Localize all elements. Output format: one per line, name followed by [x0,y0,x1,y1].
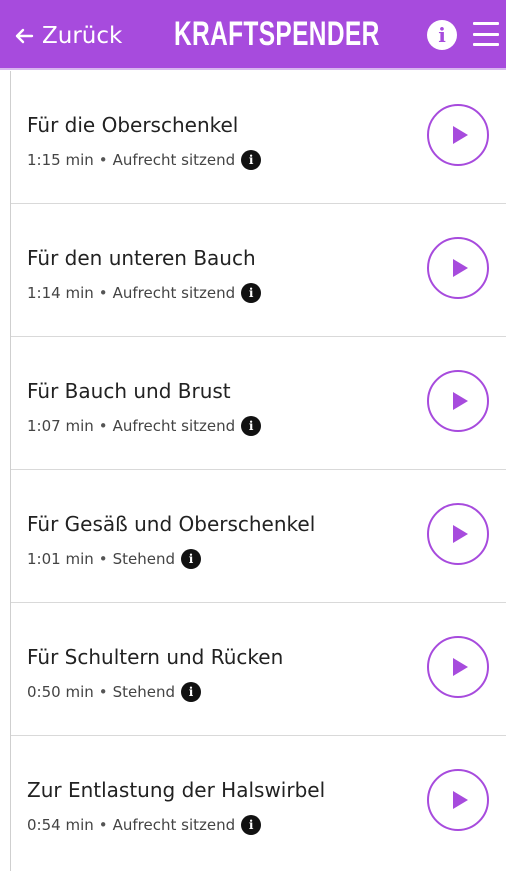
meta-separator: • [98,151,108,169]
play-button[interactable] [427,104,489,166]
hamburger-menu-button[interactable] [473,22,499,46]
exercise-meta: 1:01 min • Stehend i [27,549,202,569]
exercise-duration: 1:15 min [27,151,94,169]
exercise-title: Für die Oberschenkel [27,113,239,137]
exercise-title: Für Bauch und Brust [27,379,231,403]
exercise-position: Aufrecht sitzend [112,151,236,169]
menu-line-icon [473,32,499,36]
meta-separator: • [98,550,108,568]
exercise-list-item[interactable]: Für die Oberschenkel 1:15 min • Aufrecht… [11,71,506,204]
exercise-title: Für Schultern und Rücken [27,645,284,669]
exercise-position: Aufrecht sitzend [112,284,236,302]
exercise-meta: 1:07 min • Aufrecht sitzend i [27,416,262,436]
play-icon [453,259,468,277]
back-button[interactable]: Zurück [14,18,122,54]
exercise-list: Für die Oberschenkel 1:15 min • Aufrecht… [10,71,506,871]
back-label: Zurück [42,23,123,49]
play-icon [453,392,468,410]
play-icon [453,658,468,676]
info-icon[interactable]: i [241,283,262,303]
exercise-position: Aufrecht sitzend [112,816,236,834]
play-button[interactable] [427,503,489,565]
exercise-duration: 0:54 min [27,816,94,834]
info-icon[interactable]: i [181,549,202,569]
meta-separator: • [98,816,108,834]
meta-separator: • [98,417,108,435]
exercise-meta: 1:14 min • Aufrecht sitzend i [27,283,262,303]
play-button[interactable] [427,636,489,698]
play-icon [453,791,468,809]
info-icon[interactable]: i [181,682,202,702]
exercise-duration: 0:50 min [27,683,94,701]
exercise-meta: 0:50 min • Stehend i [27,682,202,702]
info-button[interactable]: i [427,20,457,50]
play-icon [453,525,468,543]
menu-line-icon [473,22,499,25]
exercise-title: Für den unteren Bauch [27,246,256,270]
exercise-list-item[interactable]: Für Gesäß und Oberschenkel 1:01 min • St… [11,470,506,603]
info-icon[interactable]: i [241,815,262,835]
info-icon[interactable]: i [241,416,262,436]
play-button[interactable] [427,370,489,432]
play-button[interactable] [427,237,489,299]
exercise-list-item[interactable]: Für Schultern und Rücken 0:50 min • Steh… [11,603,506,736]
meta-separator: • [98,284,108,302]
back-arrow-icon [15,28,34,44]
exercise-list-item[interactable]: Für den unteren Bauch 1:14 min • Aufrech… [11,204,506,337]
play-button[interactable] [427,769,489,831]
exercise-list-item[interactable]: Für Bauch und Brust 1:07 min • Aufrecht … [11,337,506,470]
exercise-position: Stehend [112,550,176,568]
exercise-duration: 1:01 min [27,550,94,568]
menu-line-icon [473,43,499,46]
exercise-duration: 1:14 min [27,284,94,302]
exercise-meta: 1:15 min • Aufrecht sitzend i [27,150,262,170]
exercise-meta: 0:54 min • Aufrecht sitzend i [27,815,262,835]
exercise-list-item[interactable]: Zur Entlastung der Halswirbel 0:54 min •… [11,736,506,869]
exercise-position: Stehend [112,683,176,701]
info-icon: i [438,23,446,47]
app-header: Zurück KRAFTSPENDER i [0,0,506,70]
exercise-duration: 1:07 min [27,417,94,435]
info-icon[interactable]: i [241,150,262,170]
exercise-position: Aufrecht sitzend [112,417,236,435]
meta-separator: • [98,683,108,701]
play-icon [453,126,468,144]
exercise-title: Für Gesäß und Oberschenkel [27,512,316,536]
app-title: KRAFTSPENDER [174,15,380,53]
exercise-title: Zur Entlastung der Halswirbel [27,778,326,802]
